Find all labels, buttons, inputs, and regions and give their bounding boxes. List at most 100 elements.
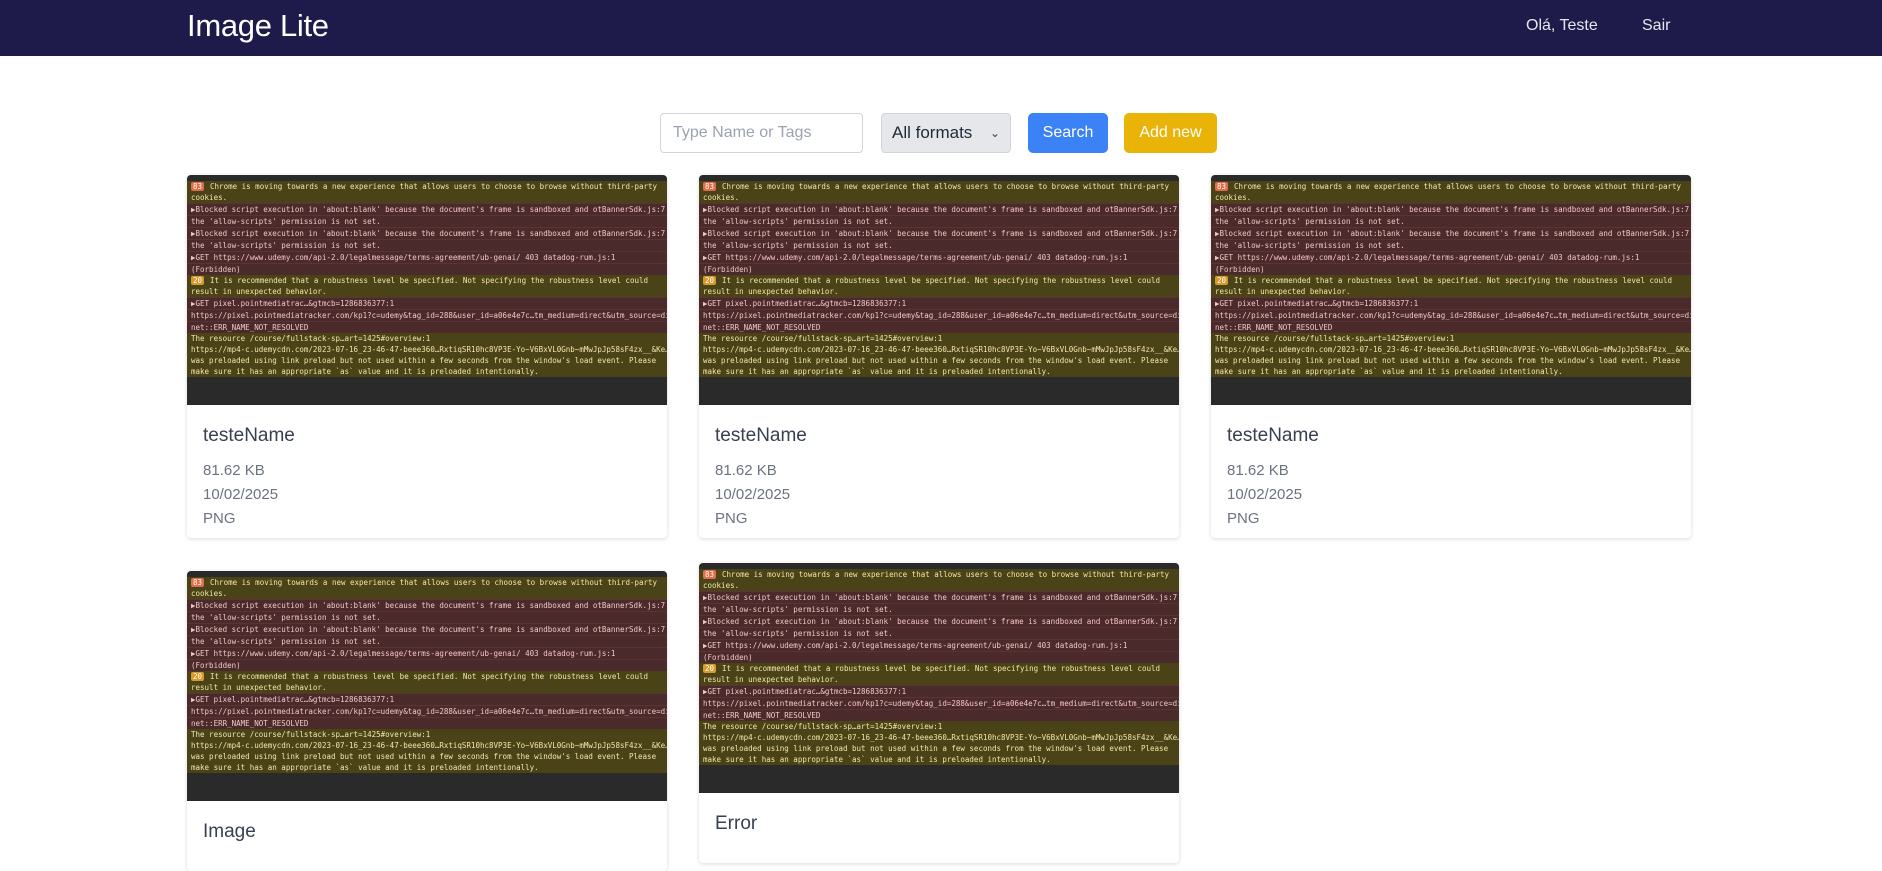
image-card[interactable]: 83 Chrome is moving towards a new experie… [699, 175, 1179, 538]
image-thumbnail[interactable]: 83 Chrome is moving towards a new experie… [699, 175, 1179, 405]
console-line-text: The resource /course/fullstack-sp…art=14… [191, 334, 431, 343]
format-select[interactable]: All formats ⌄ [881, 113, 1011, 153]
console-line: was preloaded using link preload but not… [187, 751, 667, 762]
console-line: ▶GET https://www.udemy.com/api-2.0/legal… [187, 251, 667, 263]
console-line-text: ▶GET https://www.udemy.com/api-2.0/legal… [191, 649, 616, 658]
console-line-text: Chrome is moving towards a new experienc… [210, 182, 658, 191]
console-line-text: It is recommended that a robustness leve… [722, 664, 1161, 673]
console-line-text: (Forbidden) [191, 265, 241, 274]
console-count-badge: 83 [191, 182, 205, 191]
console-line-text: ▶GET https://www.udemy.com/api-2.0/legal… [191, 253, 616, 262]
console-line: the 'allow-scripts' permission is not se… [699, 215, 1179, 227]
brand-logo[interactable]: Image Lite [187, 8, 329, 44]
console-line-text: the 'allow-scripts' permission is not se… [1215, 241, 1405, 250]
console-line: ▶Blocked script execution in 'about:blan… [699, 615, 1179, 627]
console-line: 83 Chrome is moving towards a new experie… [699, 181, 1179, 192]
console-line: the 'allow-scripts' permission is not se… [699, 627, 1179, 639]
console-line: ▶Blocked script execution in 'about:blan… [187, 623, 667, 635]
console-line: The resource /course/fullstack-sp…art=14… [1211, 333, 1691, 344]
search-button[interactable]: Search [1028, 113, 1108, 153]
console-line-text: (Forbidden) [703, 653, 753, 662]
console-line-text: ▶Blocked script execution in 'about:blan… [191, 601, 666, 610]
console-line-text: ▶Blocked script execution in 'about:blan… [1215, 229, 1690, 238]
console-count-badge: 20 [703, 276, 717, 285]
console-line-text: ▶Blocked script execution in 'about:blan… [191, 229, 666, 238]
console-line-text: https://mp4-c.udemycdn.com/2023-07-16_23… [1215, 345, 1691, 354]
console-line-text: https://pixel.pointmediatracker.com/kp1?… [191, 707, 667, 716]
console-line-text: the 'allow-scripts' permission is not se… [191, 637, 381, 646]
console-line-text: ▶Blocked script execution in 'about:blan… [703, 229, 1178, 238]
console-line: ▶Blocked script execution in 'about:blan… [1211, 227, 1691, 239]
image-thumbnail[interactable]: 83 Chrome is moving towards a new experie… [187, 175, 667, 405]
console-line-text: It is recommended that a robustness leve… [210, 672, 649, 681]
console-line-text: was preloaded using link preload but not… [703, 356, 1169, 365]
user-greeting: Olá, Teste [1526, 17, 1598, 34]
console-line: was preloaded using link preload but not… [187, 355, 667, 366]
console-line-text: https://pixel.pointmediatracker.com/kp1?… [703, 699, 1179, 708]
console-line-text: Chrome is moving towards a new experienc… [722, 182, 1170, 191]
console-line-text: the 'allow-scripts' permission is not se… [191, 613, 381, 622]
console-line-text: the 'allow-scripts' permission is not se… [703, 605, 893, 614]
image-thumbnail[interactable]: 83 Chrome is moving towards a new experie… [1211, 175, 1691, 405]
console-line-text: the 'allow-scripts' permission is not se… [1215, 217, 1405, 226]
top-navbar: Image Lite Olá, Teste Sair [0, 0, 1882, 56]
image-card[interactable]: 83 Chrome is moving towards a new experie… [187, 571, 667, 871]
image-card[interactable]: 83 Chrome is moving towards a new experie… [699, 563, 1179, 863]
console-line-text: ▶GET pixel.pointmediatrac…&gtmcb=1286836… [703, 687, 907, 696]
image-card[interactable]: 83 Chrome is moving towards a new experie… [187, 175, 667, 538]
console-line-text: ▶GET https://www.udemy.com/api-2.0/legal… [703, 641, 1128, 650]
image-date: 10/02/2025 [1227, 486, 1303, 503]
image-card[interactable]: 83 Chrome is moving towards a new experie… [1211, 175, 1691, 538]
console-line: ▶Blocked script execution in 'about:blan… [699, 227, 1179, 239]
console-line: result in unexpected behavior. [1211, 286, 1691, 297]
console-line: cookies. [187, 588, 667, 599]
console-line: https://pixel.pointmediatracker.com/kp1?… [187, 705, 667, 717]
console-line: 83 Chrome is moving towards a new experie… [187, 181, 667, 192]
console-line-text: result in unexpected behavior. [703, 675, 839, 684]
console-line: the 'allow-scripts' permission is not se… [1211, 215, 1691, 227]
image-size: 81.62 KB [715, 462, 777, 479]
search-input[interactable] [660, 113, 863, 153]
console-line: https://mp4-c.udemycdn.com/2023-07-16_23… [187, 344, 667, 355]
console-line: ▶Blocked script execution in 'about:blan… [187, 599, 667, 611]
console-line: ▶GET https://www.udemy.com/api-2.0/legal… [699, 251, 1179, 263]
chevron-down-icon: ⌄ [989, 126, 1000, 140]
console-line: result in unexpected behavior. [699, 674, 1179, 685]
console-line-text: https://mp4-c.udemycdn.com/2023-07-16_23… [191, 741, 667, 750]
console-line: https://mp4-c.udemycdn.com/2023-07-16_23… [699, 344, 1179, 355]
console-line: ▶GET pixel.pointmediatrac…&gtmcb=1286836… [1211, 297, 1691, 309]
console-line: (Forbidden) [1211, 263, 1691, 275]
console-line-text: make sure it has an appropriate `as` val… [703, 755, 1051, 764]
console-line: ▶GET https://www.udemy.com/api-2.0/legal… [187, 647, 667, 659]
console-count-badge: 20 [191, 672, 205, 681]
console-line-text: Chrome is moving towards a new experienc… [722, 570, 1170, 579]
console-line: the 'allow-scripts' permission is not se… [699, 239, 1179, 251]
console-line: net::ERR_NAME_NOT_RESOLVED [699, 321, 1179, 333]
card-body: testeName 81.62 KB 10/02/2025 PNG [699, 405, 1179, 538]
console-line-text: net::ERR_NAME_NOT_RESOLVED [703, 323, 821, 332]
console-line: The resource /course/fullstack-sp…art=14… [699, 333, 1179, 344]
logout-link[interactable]: Sair [1642, 17, 1670, 35]
image-name: testeName [715, 425, 807, 446]
console-line-text: ▶GET pixel.pointmediatrac…&gtmcb=1286836… [1215, 299, 1419, 308]
console-line-text: https://mp4-c.udemycdn.com/2023-07-16_23… [703, 733, 1179, 742]
card-body: testeName 81.62 KB 10/02/2025 PNG [1211, 405, 1691, 538]
image-thumbnail[interactable]: 83 Chrome is moving towards a new experie… [187, 571, 667, 801]
console-line: make sure it has an appropriate `as` val… [699, 754, 1179, 765]
console-count-badge: 20 [703, 664, 717, 673]
console-line-text: cookies. [1215, 193, 1252, 202]
console-line-text: cookies. [703, 193, 740, 202]
console-line: https://pixel.pointmediatracker.com/kp1?… [1211, 309, 1691, 321]
card-body: testeName 81.62 KB 10/02/2025 PNG [187, 405, 667, 538]
console-line: was preloaded using link preload but not… [699, 743, 1179, 754]
console-line: https://mp4-c.udemycdn.com/2023-07-16_23… [699, 732, 1179, 743]
card-body: Error [699, 793, 1179, 863]
console-line-text: the 'allow-scripts' permission is not se… [703, 241, 893, 250]
console-line: result in unexpected behavior. [699, 286, 1179, 297]
console-line: 20 It is recommended that a robustness le… [187, 671, 667, 682]
console-line-text: was preloaded using link preload but not… [191, 356, 657, 365]
add-new-button[interactable]: Add new [1124, 113, 1217, 153]
image-date: 10/02/2025 [203, 486, 279, 503]
image-thumbnail[interactable]: 83 Chrome is moving towards a new experie… [699, 563, 1179, 793]
console-line: was preloaded using link preload but not… [1211, 355, 1691, 366]
